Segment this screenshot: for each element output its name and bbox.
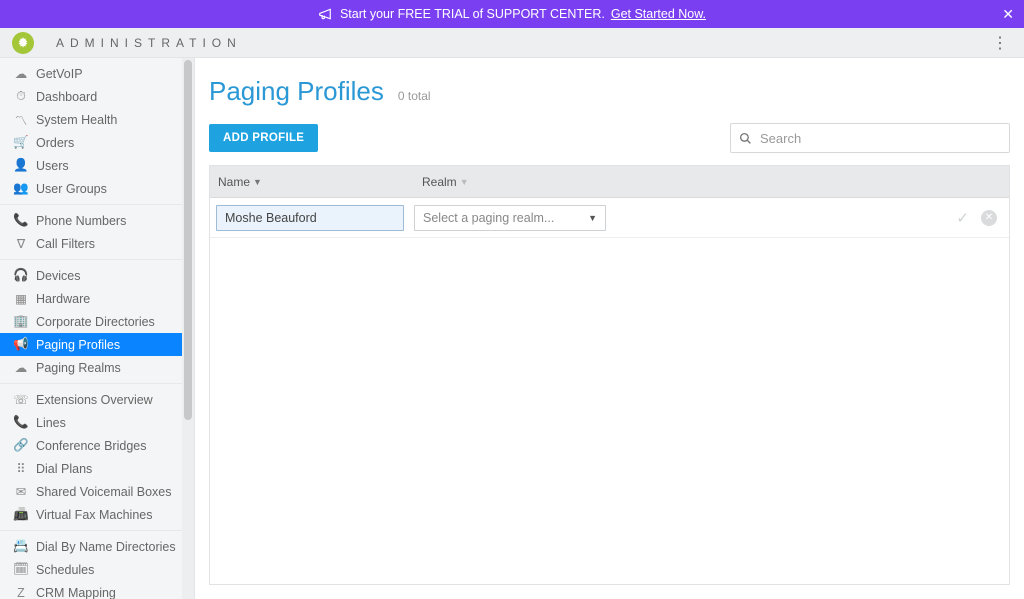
sort-caret-icon: ▼ bbox=[460, 177, 469, 187]
bridge-icon: 🔗 bbox=[12, 438, 30, 453]
sidebar-item-dialbyname[interactable]: 📇 Dial By Name Directories bbox=[0, 535, 182, 558]
scrollbar-thumb[interactable] bbox=[184, 60, 192, 420]
megaphone-icon bbox=[318, 7, 332, 21]
cart-icon: 🛒 bbox=[12, 135, 30, 150]
sidebar-item-lines[interactable]: 📞 Lines bbox=[0, 411, 182, 434]
sidebar-item-label: Paging Profiles bbox=[36, 338, 120, 352]
sidebar-item-sharedvm[interactable]: ✉ Shared Voicemail Boxes bbox=[0, 480, 182, 503]
voicemail-icon: ✉ bbox=[12, 484, 30, 499]
sidebar-item-label: Extensions Overview bbox=[36, 393, 153, 407]
sidebar-item-label: Call Filters bbox=[36, 237, 95, 251]
app-logo[interactable] bbox=[12, 32, 34, 54]
search-input[interactable] bbox=[760, 131, 1001, 146]
crm-icon: Z bbox=[12, 586, 30, 599]
sidebar-item-label: Hardware bbox=[36, 292, 90, 306]
main-content: Paging Profiles 0 total ADD PROFILE Name… bbox=[195, 58, 1024, 599]
headset-icon: 🎧 bbox=[12, 268, 30, 283]
profile-name-input[interactable] bbox=[216, 205, 404, 231]
page-count: 0 total bbox=[398, 89, 431, 103]
promo-banner: Start your FREE TRIAL of SUPPORT CENTER.… bbox=[0, 0, 1024, 28]
sidebar-item-label: Dashboard bbox=[36, 90, 97, 104]
megaphone-icon: 📢 bbox=[12, 337, 30, 352]
grid-icon: ▦ bbox=[12, 291, 30, 306]
cloud-icon: ☁ bbox=[12, 66, 30, 81]
sidebar-item-dashboard[interactable]: ⏱ Dashboard bbox=[0, 85, 182, 108]
sidebar-item-label: Schedules bbox=[36, 563, 94, 577]
sidebar-item-label: Conference Bridges bbox=[36, 439, 146, 453]
sidebar-item-label: System Health bbox=[36, 113, 117, 127]
realm-dropdown[interactable]: Select a paging realm... ▼ bbox=[414, 205, 606, 231]
sidebar-item-orders[interactable]: 🛒 Orders bbox=[0, 131, 182, 154]
pulse-icon: 〽 bbox=[12, 110, 30, 129]
sidebar-item-label: Lines bbox=[36, 416, 66, 430]
phone-icon: 📞 bbox=[12, 213, 30, 228]
sidebar-item-corpdir[interactable]: 🏢 Corporate Directories bbox=[0, 310, 182, 333]
kebab-menu-icon[interactable]: ⋮ bbox=[988, 33, 1012, 53]
app-header: ADMINISTRATION ⋮ bbox=[0, 28, 1024, 58]
directory-icon: 📇 bbox=[12, 539, 30, 554]
cancel-icon[interactable]: ✕ bbox=[981, 210, 997, 226]
page-title: Paging Profiles bbox=[209, 76, 384, 107]
sidebar-item-health[interactable]: 〽 System Health bbox=[0, 108, 182, 131]
building-icon: 🏢 bbox=[12, 314, 30, 329]
promo-text: Start your FREE TRIAL of SUPPORT CENTER. bbox=[340, 7, 605, 21]
sidebar-item-label: Shared Voicemail Boxes bbox=[36, 485, 172, 499]
confirm-icon[interactable]: ✓ bbox=[956, 209, 969, 227]
sidebar-item-devices[interactable]: 🎧 Devices bbox=[0, 264, 182, 287]
sidebar-item-vfax[interactable]: 📠 Virtual Fax Machines bbox=[0, 503, 182, 526]
column-header-name[interactable]: Name ▼ bbox=[210, 175, 414, 189]
sidebar-item-hardware[interactable]: ▦ Hardware bbox=[0, 287, 182, 310]
sort-caret-icon: ▼ bbox=[253, 177, 262, 187]
sidebar-item-label: Phone Numbers bbox=[36, 214, 126, 228]
sidebar-item-label: Dial By Name Directories bbox=[36, 540, 176, 554]
sidebar-item-paging[interactable]: 📢 Paging Profiles bbox=[0, 333, 182, 356]
sidebar-item-users[interactable]: 👤 Users bbox=[0, 154, 182, 177]
sidebar-item-crm[interactable]: Z CRM Mapping bbox=[0, 581, 182, 599]
sidebar-item-label: Orders bbox=[36, 136, 74, 150]
sidebar-item-usergroups[interactable]: 👥 User Groups bbox=[0, 177, 182, 200]
search-icon bbox=[739, 132, 752, 145]
cloud-icon: ☁ bbox=[12, 360, 30, 375]
close-icon[interactable]: ✕ bbox=[1002, 7, 1014, 21]
sidebar-item-label: Dial Plans bbox=[36, 462, 92, 476]
dialpad-icon: ⠿ bbox=[12, 461, 30, 476]
sidebar-item-label: Paging Realms bbox=[36, 361, 121, 375]
user-icon: 👤 bbox=[12, 158, 30, 173]
sidebar-item-confbridge[interactable]: 🔗 Conference Bridges bbox=[0, 434, 182, 457]
gauge-icon: ⏱ bbox=[12, 89, 30, 104]
sidebar-item-label: Virtual Fax Machines bbox=[36, 508, 153, 522]
add-profile-button[interactable]: ADD PROFILE bbox=[209, 124, 318, 152]
sidebar-item-label: CRM Mapping bbox=[36, 586, 116, 599]
realm-dropdown-placeholder: Select a paging realm... bbox=[423, 211, 554, 225]
sidebar-item-getvoip[interactable]: ☁ GetVoIP bbox=[0, 62, 182, 85]
app-title: ADMINISTRATION bbox=[56, 36, 242, 50]
filter-icon: ∇ bbox=[12, 236, 30, 251]
sidebar-item-callfilters[interactable]: ∇ Call Filters bbox=[0, 232, 182, 255]
sidebar-scrollbar[interactable] bbox=[182, 58, 194, 599]
sidebar-item-label: Devices bbox=[36, 269, 80, 283]
sidebar-item-schedules[interactable]: 🗓 Schedules bbox=[0, 558, 182, 581]
sidebar-item-label: GetVoIP bbox=[36, 67, 83, 81]
sidebar-item-label: User Groups bbox=[36, 182, 107, 196]
phoneext-icon: ☏ bbox=[12, 392, 30, 407]
sidebar-item-extover[interactable]: ☏ Extensions Overview bbox=[0, 388, 182, 411]
column-header-realm[interactable]: Realm ▼ bbox=[414, 175, 614, 189]
phone-icon: 📞 bbox=[12, 415, 30, 430]
chevron-down-icon: ▼ bbox=[588, 213, 597, 223]
promo-cta-link[interactable]: Get Started Now. bbox=[611, 7, 706, 21]
users-icon: 👥 bbox=[12, 181, 30, 196]
sidebar: ☁ GetVoIP ⏱ Dashboard 〽 System Health 🛒 Orders 👤… bbox=[0, 58, 195, 599]
search-field[interactable] bbox=[730, 123, 1010, 153]
sidebar-item-label: Users bbox=[36, 159, 69, 173]
sidebar-item-dialplans[interactable]: ⠿ Dial Plans bbox=[0, 457, 182, 480]
profiles-table: Name ▼ Realm ▼ Select a paging realm... … bbox=[209, 165, 1010, 585]
calendar-icon: 🗓 bbox=[12, 562, 30, 577]
table-row: Select a paging realm... ▼ ✓ ✕ bbox=[210, 198, 1009, 238]
sidebar-item-label: Corporate Directories bbox=[36, 315, 155, 329]
sidebar-item-realms[interactable]: ☁ Paging Realms bbox=[0, 356, 182, 379]
fax-icon: 📠 bbox=[12, 507, 30, 522]
sidebar-item-phone[interactable]: 📞 Phone Numbers bbox=[0, 209, 182, 232]
table-header: Name ▼ Realm ▼ bbox=[210, 166, 1009, 198]
